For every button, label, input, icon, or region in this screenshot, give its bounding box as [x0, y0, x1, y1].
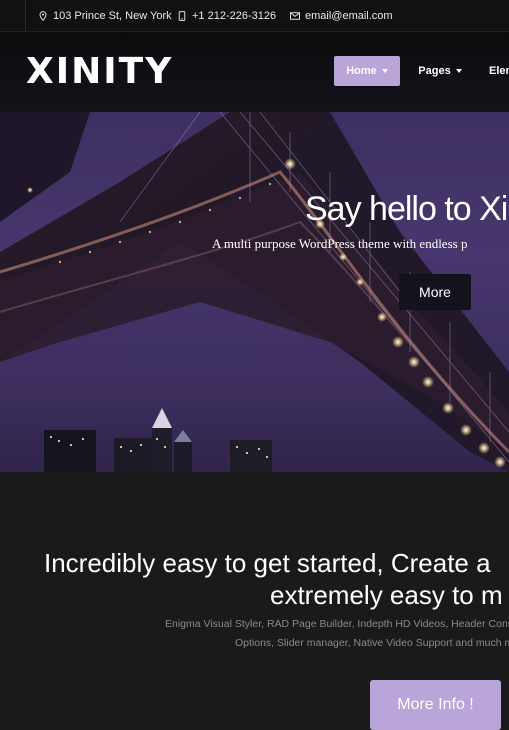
hero-subtitle: A multi purpose WordPress theme with end… [212, 236, 468, 251]
email-info: email@email.com [290, 0, 393, 31]
chevron-down-icon [381, 69, 388, 73]
topbar-divider [25, 0, 26, 31]
nav-home-label: Home [346, 65, 377, 77]
chevron-down-icon [455, 69, 462, 73]
nav-item-home[interactable]: Home [334, 56, 400, 86]
intro-text-line1: Enigma Visual Styler, RAD Page Builder, … [165, 618, 509, 630]
envelope-icon [290, 11, 300, 20]
intro-heading-line2: extremely easy to m [270, 580, 503, 610]
phone-info: +1 212-226-3126 [177, 0, 276, 31]
location-pin-icon [39, 10, 47, 21]
email-link[interactable]: email@email.com [305, 10, 393, 22]
phone-icon [178, 10, 186, 21]
phone-text[interactable]: +1 212-226-3126 [192, 10, 276, 22]
nav-item-elements[interactable]: Elem [489, 56, 509, 86]
address-text: 103 Prince St, New York [53, 9, 172, 22]
hero-more-button[interactable]: More [399, 274, 471, 310]
site-logo[interactable]: XINITY [26, 52, 173, 92]
more-info-button[interactable]: More Info ! [370, 680, 501, 730]
intro-text-line2: Options, Slider manager, Native Video Su… [235, 637, 509, 649]
hero-slider: Say hello to Xi A multi purpose WordPres… [0, 112, 509, 472]
top-info-bar: 103 Prince St, New York +1 212-226-3126 … [0, 0, 509, 32]
address-info: 103 Prince St, New York [38, 0, 172, 31]
intro-heading-line1: Incredibly easy to get started, Create a [44, 548, 491, 578]
hero-title: Say hello to Xi [305, 190, 508, 228]
site-header: XINITY Home Pages Elem [0, 32, 509, 112]
nav-item-pages[interactable]: Pages [418, 56, 462, 86]
intro-section: Incredibly easy to get started, Create a… [0, 472, 509, 730]
nav-elements-label: Elem [489, 65, 509, 77]
nav-pages-label: Pages [418, 65, 451, 77]
